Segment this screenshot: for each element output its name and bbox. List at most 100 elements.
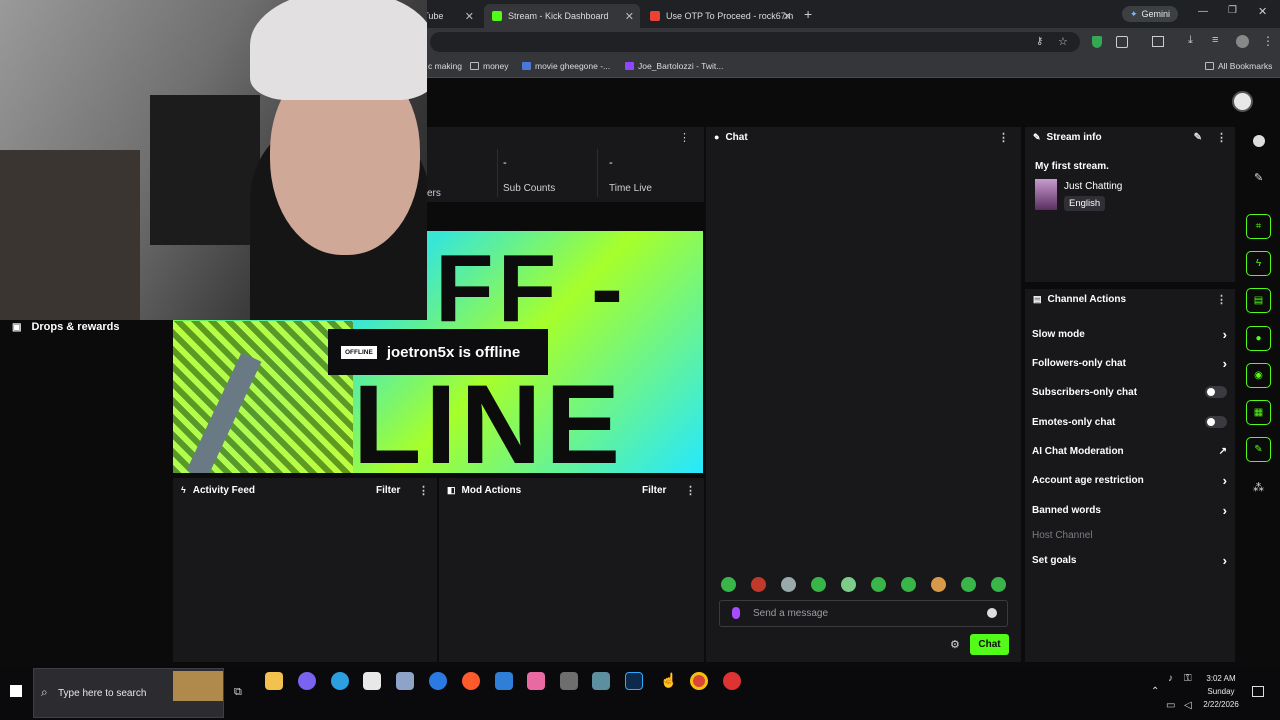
- rail-button-actions[interactable]: ▦: [1246, 400, 1271, 425]
- window-close-icon[interactable]: ✕: [1258, 5, 1267, 18]
- emote-icon[interactable]: [841, 577, 856, 592]
- download-icon[interactable]: ⤓: [1188, 34, 1193, 47]
- action-slow-mode[interactable]: Slow mode ›: [1032, 323, 1227, 345]
- stat-value: -: [609, 157, 613, 169]
- emote-icon[interactable]: [931, 577, 946, 592]
- chevron-right-icon: ›: [1222, 472, 1227, 488]
- action-banned-words[interactable]: Banned words ›: [1032, 499, 1227, 521]
- tray-overflow-icon[interactable]: ⌃: [1151, 686, 1159, 697]
- sidebar-item-drops[interactable]: ▣ Drops & rewards: [12, 321, 119, 333]
- gemini-button[interactable]: ✦ Gemini: [1122, 6, 1179, 22]
- extensions-icon[interactable]: [1116, 36, 1128, 48]
- users-icon[interactable]: ⁂: [1253, 481, 1264, 494]
- tab-otp[interactable]: Use OTP To Proceed - rock67m ✕: [642, 4, 798, 28]
- rail-button-activity[interactable]: ϟ: [1246, 251, 1271, 276]
- more-icon[interactable]: ⋮: [685, 484, 696, 497]
- info-icon[interactable]: [1253, 135, 1265, 147]
- calculator-icon[interactable]: [560, 672, 578, 690]
- send-chat-button[interactable]: Chat: [970, 634, 1009, 655]
- file-explorer-icon[interactable]: [265, 672, 283, 690]
- emote-icon[interactable]: [991, 577, 1006, 592]
- emote-icon[interactable]: [751, 577, 766, 592]
- emote-icon[interactable]: [781, 577, 796, 592]
- more-icon[interactable]: ⋮: [1216, 131, 1227, 144]
- emoji-icon[interactable]: [987, 608, 997, 618]
- tab-kick-dashboard[interactable]: Stream - Kick Dashboard ✕: [484, 4, 640, 28]
- mail-icon[interactable]: [429, 672, 447, 690]
- profile-avatar[interactable]: [1236, 35, 1249, 48]
- user-avatar[interactable]: [1232, 91, 1253, 112]
- bookmark-item[interactable]: movie gheegone -...: [522, 61, 610, 71]
- browser-menu-icon[interactable]: ⋮: [1262, 34, 1274, 48]
- rail-button-notes[interactable]: ▤: [1246, 288, 1271, 313]
- action-ai-moderation[interactable]: AI Chat Moderation ↗: [1032, 440, 1227, 462]
- obs-icon[interactable]: [723, 672, 741, 690]
- close-icon[interactable]: ✕: [465, 10, 474, 23]
- maximize-icon[interactable]: ❐: [1228, 5, 1237, 16]
- close-icon[interactable]: ✕: [783, 10, 792, 23]
- chrome-icon[interactable]: [690, 672, 708, 690]
- bookmark-item[interactable]: money: [470, 61, 509, 71]
- microphone-icon[interactable]: ♪: [1168, 673, 1173, 684]
- emote-icon[interactable]: [961, 577, 976, 592]
- heart-app-icon[interactable]: [527, 672, 545, 690]
- emote-icon[interactable]: [811, 577, 826, 592]
- chat-icon: ●: [714, 132, 720, 142]
- close-icon[interactable]: ✕: [625, 10, 634, 23]
- panel-header: ◧ Mod Actions Filter ⋮: [439, 478, 704, 502]
- notifications-icon[interactable]: [1252, 686, 1264, 697]
- queue-icon[interactable]: ≡: [1212, 34, 1218, 46]
- photoshop-icon[interactable]: [625, 672, 643, 690]
- minimize-icon[interactable]: —: [1198, 6, 1208, 17]
- rail-button-broadcast[interactable]: ◉: [1246, 363, 1271, 388]
- category-name[interactable]: Just Chatting: [1064, 181, 1122, 192]
- emote-icon[interactable]: [721, 577, 736, 592]
- volume-icon[interactable]: ◁: [1184, 700, 1192, 711]
- mic-icon[interactable]: [732, 607, 740, 619]
- task-view-icon[interactable]: ⧉: [234, 686, 242, 699]
- copilot-icon[interactable]: [298, 672, 316, 690]
- emote-icon[interactable]: [871, 577, 886, 592]
- action-followers-only[interactable]: Followers-only chat ›: [1032, 352, 1227, 374]
- action-account-age[interactable]: Account age restriction ›: [1032, 469, 1227, 491]
- bookmark-item[interactable]: c making: [428, 61, 462, 71]
- more-icon[interactable]: ⋮: [679, 131, 690, 144]
- action-label: Subscribers-only chat: [1032, 386, 1138, 398]
- taskbar-search[interactable]: ⌕ Type here to search: [33, 668, 224, 718]
- more-icon[interactable]: ⋮: [1216, 293, 1227, 306]
- lock-icon[interactable]: ⚿: [1184, 673, 1192, 684]
- address-input[interactable]: [430, 32, 1080, 52]
- chat-input[interactable]: Send a message: [719, 600, 1008, 627]
- pencil-icon[interactable]: ✎: [1254, 171, 1263, 184]
- shield-icon[interactable]: [1092, 36, 1102, 48]
- store-icon[interactable]: [363, 672, 381, 690]
- rail-button-clip[interactable]: ⌗: [1246, 214, 1271, 239]
- windows-start-icon[interactable]: [10, 685, 22, 697]
- cast-icon[interactable]: [1152, 36, 1164, 47]
- sidebar-item-label: Drops & rewards: [31, 321, 120, 333]
- toggle-switch[interactable]: [1205, 416, 1227, 428]
- action-set-goals[interactable]: Set goals ›: [1032, 549, 1227, 571]
- more-icon[interactable]: ⋮: [998, 131, 1009, 144]
- rail-button-chat[interactable]: ●: [1246, 326, 1271, 351]
- network-icon[interactable]: ▭: [1166, 700, 1175, 711]
- defender-icon[interactable]: [495, 672, 513, 690]
- all-bookmarks[interactable]: All Bookmarks: [1205, 61, 1272, 71]
- app-icon[interactable]: [396, 672, 414, 690]
- edit-icon[interactable]: ✎: [1194, 132, 1202, 143]
- filter-button[interactable]: Filter: [642, 485, 666, 496]
- new-tab-icon[interactable]: +: [804, 6, 812, 22]
- star-icon[interactable]: ☆: [1058, 35, 1068, 48]
- bookmark-item[interactable]: Joe_Bartolozzi - Twit...: [625, 61, 723, 71]
- more-icon[interactable]: ⋮: [418, 484, 429, 497]
- toggle-switch[interactable]: [1205, 386, 1227, 398]
- grid-app-icon[interactable]: [592, 672, 610, 690]
- rail-button-stream-info[interactable]: ✎: [1246, 437, 1271, 462]
- taskbar-clock[interactable]: 3:02 AM Sunday 2/22/2026: [1200, 673, 1242, 711]
- filter-button[interactable]: Filter: [376, 485, 400, 496]
- settings-gear-icon[interactable]: ⚙: [950, 638, 960, 651]
- key-icon[interactable]: ⚷: [1036, 36, 1043, 47]
- emote-icon[interactable]: [901, 577, 916, 592]
- firefox-icon[interactable]: [462, 672, 480, 690]
- edge-icon[interactable]: [331, 672, 349, 690]
